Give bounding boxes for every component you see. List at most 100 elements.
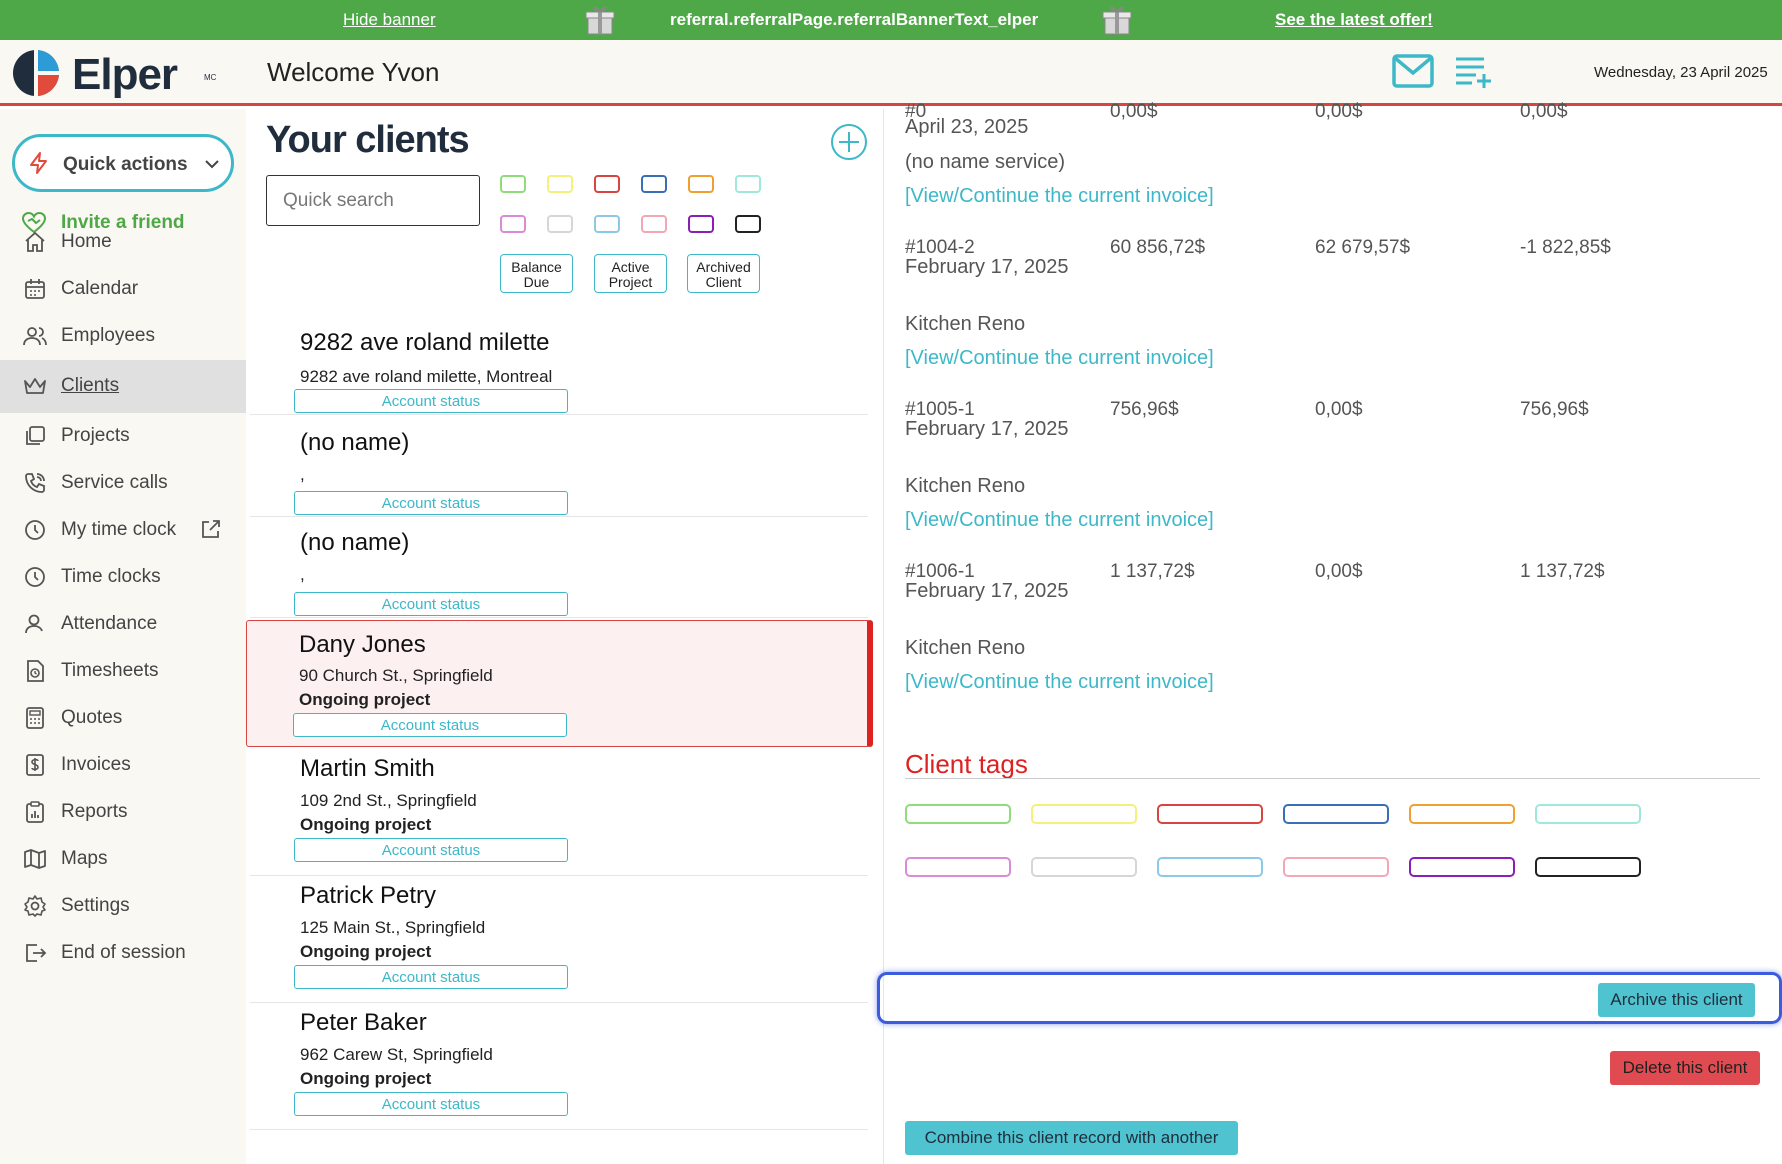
search-input[interactable]: [266, 175, 480, 226]
sidebar-item-timesheets[interactable]: Timesheets: [0, 645, 246, 698]
invoice-balance: -1 822,85$: [1520, 237, 1611, 258]
logo-wordmark: Elper: [72, 50, 178, 99]
sidebar-item-home[interactable]: Home: [0, 216, 246, 269]
latest-offer-link[interactable]: See the latest offer!: [1275, 10, 1433, 30]
filter-balance-due[interactable]: Balance Due: [500, 254, 573, 293]
account-status-button[interactable]: Account status: [293, 713, 567, 737]
users-icon: [23, 327, 47, 346]
sidebar-item-label: Invoices: [61, 754, 131, 775]
client-tag[interactable]: [1031, 804, 1137, 824]
color-filter-swatch[interactable]: [594, 215, 620, 233]
client-row[interactable]: (no name) , Account status: [250, 415, 868, 517]
account-status-button[interactable]: Account status: [294, 1092, 568, 1116]
color-filter-swatch[interactable]: [641, 175, 667, 193]
timesheet-icon: [27, 660, 44, 682]
sidebar-item-my-time-clock[interactable]: My time clock: [0, 504, 246, 557]
client-tag[interactable]: [1157, 804, 1263, 824]
client-row[interactable]: 9282 ave roland milette 9282 ave roland …: [250, 317, 868, 415]
sidebar-item-employees[interactable]: Employees: [0, 310, 246, 363]
calendar-icon: [25, 279, 45, 299]
sidebar-item-end-of-session[interactable]: End of session: [0, 927, 246, 980]
combine-client-button[interactable]: Combine this client record with another: [905, 1121, 1238, 1155]
client-tag[interactable]: [905, 804, 1011, 824]
sidebar-item-maps[interactable]: Maps: [0, 833, 246, 886]
color-filter-swatch[interactable]: [688, 215, 714, 233]
account-status-button[interactable]: Account status: [294, 491, 568, 515]
sidebar-item-label: Time clocks: [61, 566, 161, 587]
sidebar-item-clients[interactable]: Clients: [0, 360, 246, 413]
invoice-total: 0,00$: [1110, 101, 1158, 122]
sidebar-item-invoices[interactable]: Invoices: [0, 739, 246, 792]
welcome-message: Welcome Yvon: [267, 57, 440, 87]
view-invoice-link[interactable]: [View/Continue the current invoice]: [905, 671, 1214, 694]
lightning-icon: [30, 152, 47, 174]
client-row[interactable]: Peter Baker 962 Carew St, Springfield On…: [250, 1003, 868, 1130]
sidebar-item-time-clocks[interactable]: Time clocks: [0, 551, 246, 604]
client-row[interactable]: Martin Smith 109 2nd St., Springfield On…: [250, 749, 868, 876]
color-filter-swatch[interactable]: [641, 215, 667, 233]
sidebar-item-label: Home: [61, 231, 112, 252]
sidebar-item-quotes[interactable]: Quotes: [0, 692, 246, 745]
sidebar-item-label: Clients: [61, 375, 120, 396]
client-tags-title: Client tags: [905, 749, 1028, 779]
color-filter-swatch[interactable]: [735, 175, 761, 193]
sidebar-item-projects[interactable]: Projects: [0, 410, 246, 463]
account-status-button[interactable]: Account status: [294, 592, 568, 616]
client-tag[interactable]: [1283, 804, 1389, 824]
client-tag[interactable]: [1409, 857, 1515, 877]
elper-logo[interactable]: Elper MC: [12, 47, 222, 99]
mail-icon[interactable]: [1392, 54, 1434, 88]
filter-archived-client[interactable]: Archived Client: [687, 254, 760, 293]
color-filter-swatch[interactable]: [594, 175, 620, 193]
client-address: 109 2nd St., Springfield: [300, 791, 477, 810]
view-invoice-link[interactable]: [View/Continue the current invoice]: [905, 185, 1214, 208]
view-invoice-link[interactable]: [View/Continue the current invoice]: [905, 509, 1214, 532]
account-status-button[interactable]: Account status: [294, 965, 568, 989]
view-invoice-link[interactable]: [View/Continue the current invoice]: [905, 347, 1214, 370]
sidebar-item-label: My time clock: [61, 519, 177, 540]
color-filter-swatch[interactable]: [688, 175, 714, 193]
color-filter-swatch[interactable]: [547, 215, 573, 233]
client-tag[interactable]: [1157, 857, 1263, 877]
account-status-button[interactable]: Account status: [294, 389, 568, 413]
sidebar-item-calendar[interactable]: Calendar: [0, 263, 246, 316]
color-filter-swatch[interactable]: [547, 175, 573, 193]
client-row[interactable]: (no name) , Account status: [250, 517, 868, 618]
client-row[interactable]: Patrick Petry 125 Main St., Springfield …: [250, 876, 868, 1003]
client-tag[interactable]: [1535, 857, 1641, 877]
external-link-icon[interactable]: [200, 518, 222, 540]
color-filter-swatch[interactable]: [500, 215, 526, 233]
account-status-button[interactable]: Account status: [294, 838, 568, 862]
clock-icon: [25, 520, 45, 540]
client-tag[interactable]: [1283, 857, 1389, 877]
sidebar-item-settings[interactable]: Settings: [0, 880, 246, 933]
client-tag[interactable]: [905, 857, 1011, 877]
sidebar-item-label: Service calls: [61, 472, 168, 493]
filter-active-project[interactable]: Active Project: [594, 254, 667, 293]
delete-client-button[interactable]: Delete this client: [1610, 1051, 1760, 1085]
hide-banner-link[interactable]: Hide banner: [343, 10, 436, 30]
sidebar-item-service-calls[interactable]: Service calls: [0, 457, 246, 510]
client-address: 90 Church St., Springfield: [299, 666, 493, 685]
client-list-panel: Your clients Balance Due Active Project …: [246, 109, 884, 1164]
archive-client-button[interactable]: Archive this client: [1598, 983, 1755, 1017]
sidebar-item-reports[interactable]: Reports: [0, 786, 246, 839]
color-filter-swatch[interactable]: [735, 215, 761, 233]
color-filter-swatch[interactable]: [500, 175, 526, 193]
client-tag[interactable]: [1535, 804, 1641, 824]
crown-icon: [24, 378, 46, 394]
client-tag[interactable]: [1409, 804, 1515, 824]
client-tag[interactable]: [1031, 857, 1137, 877]
invoice-service: Kitchen Reno: [905, 313, 1026, 335]
sidebar-item-label: Quotes: [61, 707, 123, 728]
client-row-selected[interactable]: Dany Jones 90 Church St., Springfield On…: [246, 620, 873, 747]
invoice-service: (no name service): [905, 151, 1066, 173]
quick-actions-button[interactable]: Quick actions: [12, 134, 234, 192]
add-list-icon[interactable]: [1454, 54, 1492, 90]
referral-banner: Hide banner referral.referralPage.referr…: [0, 0, 1782, 40]
client-project-status: Ongoing project: [299, 690, 431, 709]
quick-actions-label: Quick actions: [63, 154, 188, 175]
sidebar-item-attendance[interactable]: Attendance: [0, 598, 246, 651]
add-client-icon[interactable]: [830, 123, 868, 161]
invoice-date: April 23, 2025: [905, 116, 1029, 138]
